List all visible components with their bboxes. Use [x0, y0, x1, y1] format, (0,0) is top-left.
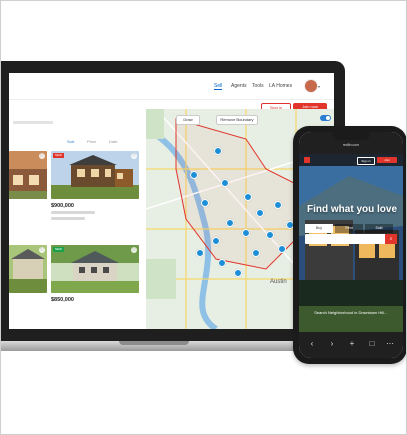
map-pin[interactable] — [256, 209, 264, 217]
avatar[interactable] — [304, 79, 318, 93]
map-pin[interactable] — [234, 269, 242, 277]
map-pin[interactable] — [218, 259, 226, 267]
map-pin[interactable] — [221, 179, 229, 187]
hero-caption: Search Neighborhood in Downtown Hill… — [314, 310, 388, 315]
listing-price: $900,000 — [51, 203, 74, 209]
nav-homes[interactable]: LA Homes — [269, 83, 292, 89]
chevron-down-icon[interactable]: ▾ — [318, 84, 320, 89]
nav-sell[interactable]: Sell — [214, 83, 223, 90]
listing-card-partial[interactable]: ♡ — [9, 245, 47, 293]
phone-site-header: Sign in Join — [299, 154, 403, 166]
tab-sold[interactable]: Sold — [365, 224, 393, 233]
tab-buy[interactable]: Buy — [305, 224, 333, 233]
map-pin[interactable] — [242, 229, 250, 237]
map-pin[interactable] — [274, 201, 282, 209]
sort-label[interactable]: Sort — [67, 139, 74, 144]
hero-image — [299, 166, 403, 332]
nav-tools[interactable]: Tools — [252, 83, 264, 89]
hero-headline: Find what you love — [307, 204, 398, 215]
back-icon[interactable]: ‹ — [307, 339, 317, 348]
map-pin[interactable] — [201, 199, 209, 207]
sort-row: Sort Price Date — [9, 139, 139, 147]
magnifier-icon[interactable]: ⌕ — [385, 234, 397, 244]
heart-icon[interactable]: ♡ — [39, 153, 45, 159]
logo-icon — [304, 157, 310, 163]
nav-agents[interactable]: Agents — [231, 83, 247, 89]
map-pin[interactable] — [196, 249, 204, 257]
listing-price: $850,000 — [51, 297, 74, 303]
remove-boundary-button[interactable]: Remove Boundary — [216, 115, 258, 125]
listings-panel: ♡ NEW ♡ $900,000 ♡ NEW ♡ $850,000 — [9, 151, 145, 329]
map-pin[interactable] — [252, 249, 260, 257]
tabs-icon[interactable]: □ — [367, 339, 377, 348]
top-navigation: Sell Agents Tools LA Homes ▾ — [9, 73, 334, 100]
listing-card-partial[interactable]: ♡ — [9, 151, 47, 199]
url-bar[interactable]: redfin.com — [333, 143, 369, 148]
map-pin[interactable] — [266, 231, 274, 239]
sort-price[interactable]: Price — [87, 139, 96, 144]
laptop-screen: Sell Agents Tools LA Homes ▾ Sign in Joi… — [9, 73, 334, 329]
map-toggle[interactable] — [320, 115, 331, 121]
sort-date[interactable]: Date — [109, 139, 117, 144]
phone-join-button[interactable]: Join — [377, 157, 397, 163]
listing-meta — [51, 217, 85, 220]
listing-card[interactable]: NEW ♡ — [51, 151, 139, 199]
map-pin[interactable] — [214, 147, 222, 155]
more-icon[interactable]: ⋯ — [385, 339, 395, 348]
map-pin[interactable] — [244, 193, 252, 201]
heart-icon[interactable]: ♡ — [131, 153, 137, 159]
forward-icon[interactable]: › — [327, 339, 337, 348]
draw-button[interactable]: Draw — [176, 115, 200, 125]
map-pin[interactable] — [190, 171, 198, 179]
marketing-frame: Sell Agents Tools LA Homes ▾ Sign in Joi… — [0, 0, 407, 435]
heart-icon[interactable]: ♡ — [39, 247, 45, 253]
map-pin[interactable] — [278, 245, 286, 253]
listing-card[interactable]: NEW ♡ — [51, 245, 139, 293]
house-photo — [51, 151, 139, 199]
search-field[interactable] — [13, 121, 53, 124]
map-pin[interactable] — [226, 219, 234, 227]
status-badge: NEW — [53, 247, 64, 252]
laptop-notch — [119, 341, 189, 345]
phone-notch — [332, 132, 370, 140]
house-photo — [51, 245, 139, 293]
phone-screen: redfin.com Sign in Join Find what you lo… — [299, 132, 403, 358]
phone-bottom-bar: ‹ › + □ ⋯ — [299, 332, 403, 358]
map-city-label: Austin — [270, 279, 287, 285]
new-tab-icon[interactable]: + — [347, 339, 357, 348]
search-input[interactable]: ⌕ — [305, 234, 397, 244]
search-tabs: Buy Rent Sold — [305, 224, 397, 233]
phone-sign-in-button[interactable]: Sign in — [357, 157, 375, 165]
map-pin[interactable] — [212, 237, 220, 245]
heart-icon[interactable]: ♡ — [131, 247, 137, 253]
tab-rent[interactable]: Rent — [335, 224, 363, 233]
listing-meta — [51, 211, 95, 214]
status-badge: NEW — [53, 153, 64, 158]
